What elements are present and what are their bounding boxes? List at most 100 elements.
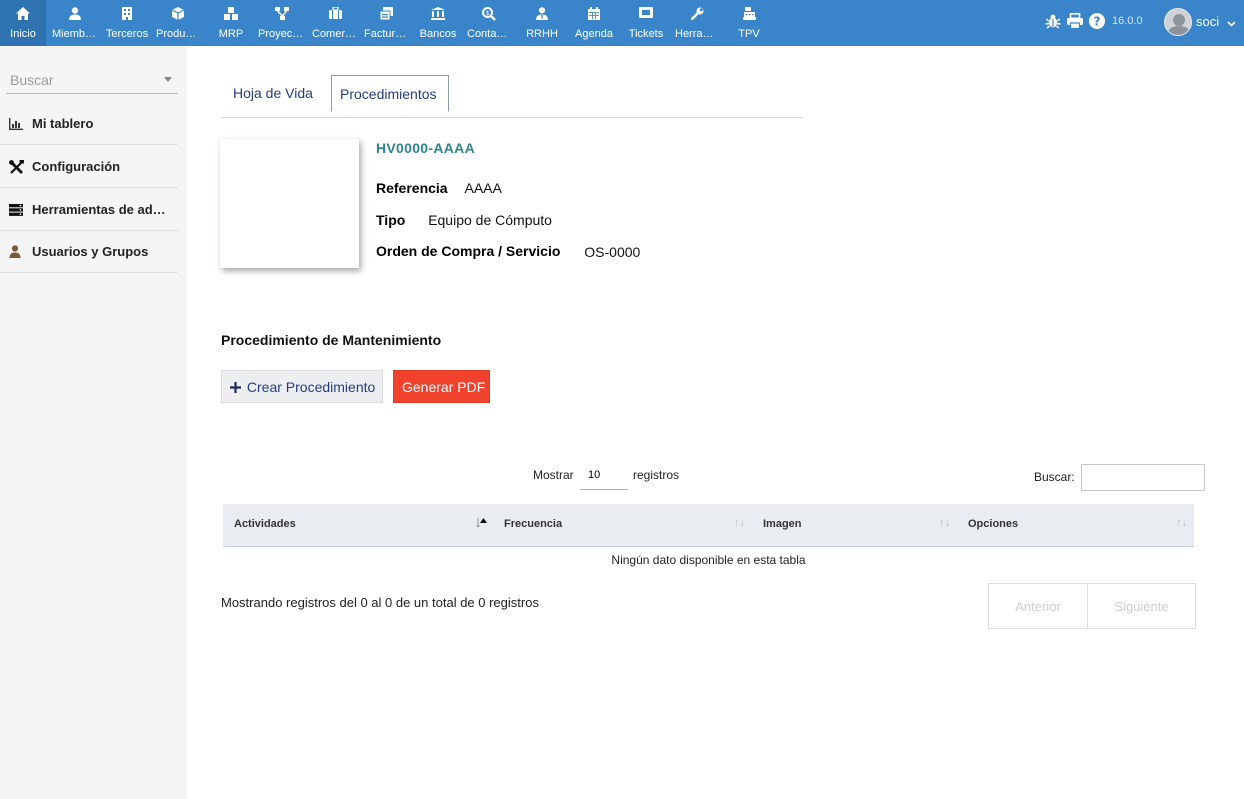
user-icon [9,245,25,259]
top-navbar: Inicio Miembros Terceros Productos MRP P… [0,0,1244,46]
sort-asc-icon[interactable] [476,517,487,530]
nav-facturacion[interactable]: Facturación [362,0,410,46]
nav-mrp[interactable]: MRP [210,0,252,46]
table-search-label: Buscar: [1034,470,1075,484]
server-icon [9,203,25,217]
nav-tickets[interactable]: Tickets [622,0,670,46]
nav-agenda[interactable]: Agenda [570,0,618,46]
next-page-button[interactable]: Siguiente [1087,583,1196,629]
home-icon [0,7,46,21]
section-title: Procedimiento de Mantenimiento [221,332,442,348]
nav-label: Comercial [312,28,360,40]
nav-label: TPV [738,28,760,40]
table-header: Actividades Frecuencia ↑↓ Imagen ↑↓ Opci… [223,504,1194,547]
nav-label: Tickets [628,28,664,40]
tab-procedimientos[interactable]: Procedimientos [331,75,449,112]
referencia-label: Referencia [376,180,448,196]
bug-icon[interactable] [1045,13,1063,31]
page-length-select[interactable]: 10 [580,464,628,490]
help-icon[interactable]: ? [1089,13,1107,31]
asset-photo [220,139,359,268]
column-frecuencia[interactable]: Frecuencia [504,518,562,530]
nav-label: MRP [218,28,244,40]
orden-value: OS-0000 [584,244,641,260]
left-sidebar: Buscar Mi tablero Configuración Herramie… [0,46,187,799]
nav-label: Proyectos [258,28,307,40]
nav-proyectos[interactable]: Proyectos [256,0,308,46]
table-info: Mostrando registros del 0 al 0 de un tot… [221,595,539,610]
referencia-value: AAAA [464,180,502,196]
sidebar-item-label: Herramientas de administración [32,202,176,217]
nav-label: Miembros [52,28,100,40]
orden-label: Orden de Compra / Servicio [376,243,561,259]
create-procedure-button[interactable]: Crear Procedimiento [221,370,383,403]
tools-icon [9,160,25,174]
nav-miembros[interactable]: Miembros [50,0,100,46]
sitemap-icon [256,7,308,21]
member-icon [50,7,100,21]
nav-label: Facturación [364,28,410,40]
ticket-icon [622,7,670,21]
nav-rrhh[interactable]: RRHH [520,0,564,46]
tab-bar: Hoja de Vida Procedimientos [221,75,803,118]
table-search-input[interactable] [1081,464,1205,491]
sidebar-item-usuarios-grupos[interactable]: Usuarios y Grupos [0,231,178,273]
svg-text:?: ? [1094,15,1101,29]
chart-bar-icon [9,117,25,131]
length-label-show: Mostrar [533,468,574,482]
nav-herramientas[interactable]: Herramientas [673,0,721,46]
nav-label: Productos [156,28,202,40]
sort-icon[interactable]: ↑↓ [939,517,950,529]
tipo-row: Tipo Equipo de Cómputo [376,212,552,228]
orden-row: Orden de Compra / Servicio OS-0000 [376,243,641,260]
building-icon [103,7,151,21]
nav-tpv[interactable]: TPV [728,0,770,46]
svg-text:$: $ [486,10,490,17]
user-name: soci [1196,14,1220,29]
suitcase-icon [310,7,360,21]
nav-bancos[interactable]: Bancos [413,0,463,46]
plus-icon [230,379,245,395]
sort-icon[interactable]: ↑↓ [1176,517,1187,529]
invoice-icon [362,7,410,21]
column-actividades[interactable]: Actividades [234,518,296,530]
user-menu[interactable]: soci [1196,14,1236,30]
nav-terceros[interactable]: Terceros [103,0,151,46]
version-label: 16.0.0 [1112,15,1143,27]
nav-comercial[interactable]: Comercial [310,0,360,46]
nav-productos[interactable]: Productos [154,0,202,46]
calendar-icon [570,7,618,21]
cubes-icon [210,7,252,21]
nav-label: Terceros [105,28,149,40]
length-label-records: registros [633,468,680,482]
sort-icon[interactable]: ↑↓ [734,517,745,529]
cash-register-icon [728,7,770,21]
nav-label: Inicio [10,28,36,40]
tab-hoja-de-vida[interactable]: Hoja de Vida [221,75,327,113]
cube-icon [154,7,202,21]
nav-label: Herramientas [675,28,721,40]
avatar[interactable] [1164,8,1192,36]
generate-pdf-button[interactable]: Generar PDF [393,370,490,403]
bank-icon [413,7,463,21]
nav-contabilidad[interactable]: $ Contabilidad [465,0,513,46]
nav-inicio[interactable]: Inicio [0,0,46,46]
printer-icon[interactable] [1067,13,1085,31]
sidebar-item-mi-tablero[interactable]: Mi tablero [0,103,178,145]
sidebar-item-label: Configuración [32,159,121,174]
column-imagen[interactable]: Imagen [763,518,802,530]
nav-label: Contabilidad [467,28,513,40]
sidebar-search-select[interactable]: Buscar [6,66,178,94]
nav-label: Bancos [419,28,457,40]
previous-page-button[interactable]: Anterior [988,583,1088,629]
column-opciones[interactable]: Opciones [968,518,1018,530]
search-dollar-icon: $ [465,7,513,21]
nav-label: Agenda [575,28,613,40]
referencia-row: Referencia AAAA [376,180,502,196]
sidebar-item-configuracion[interactable]: Configuración [0,146,178,188]
create-procedure-label: Crear Procedimiento [246,379,376,395]
sidebar-item-label: Mi tablero [32,116,94,131]
sidebar-item-herramientas-admin[interactable]: Herramientas de administración [0,189,178,231]
table-empty-message: Ningún dato disponible en esta tabla [611,553,806,567]
chevron-down-icon [1227,15,1236,30]
